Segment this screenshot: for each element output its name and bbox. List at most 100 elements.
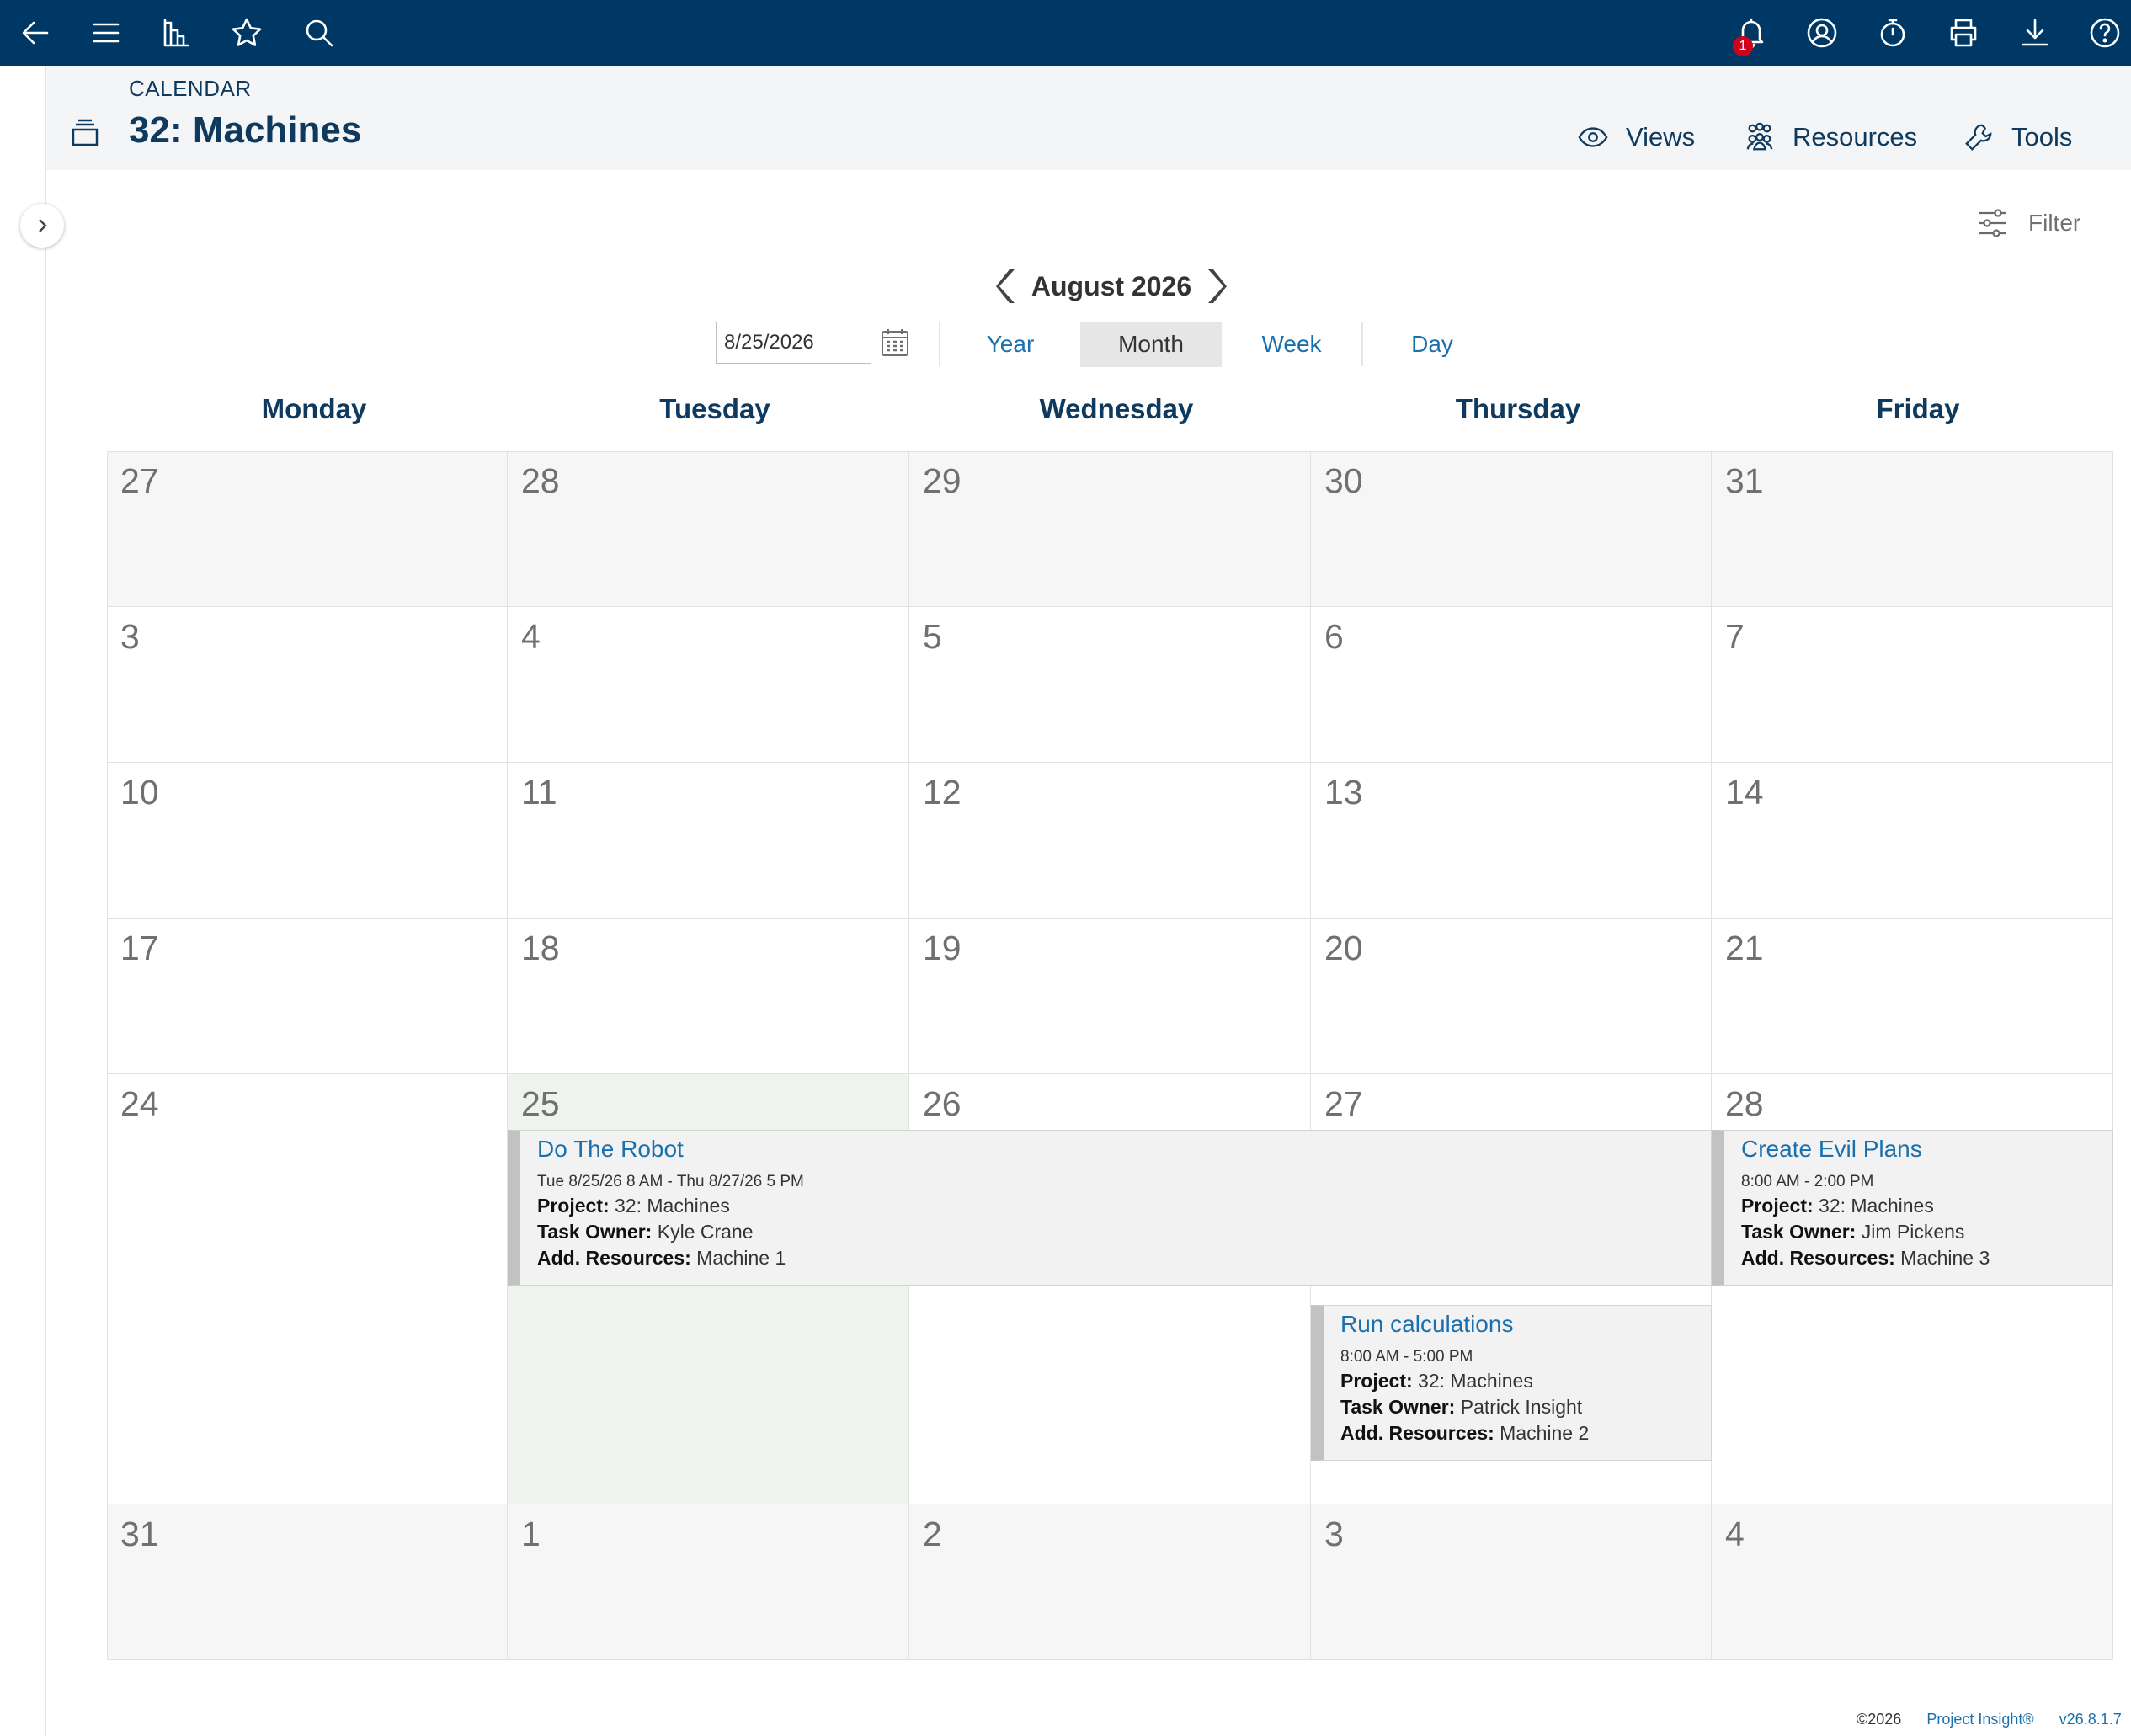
event-title[interactable]: Do The Robot [537, 1136, 1711, 1163]
help-icon[interactable] [2083, 11, 2127, 55]
print-icon[interactable] [1942, 11, 1985, 55]
event-field-value: Jim Pickens [1861, 1221, 1965, 1243]
day-number: 24 [120, 1084, 159, 1123]
event-field-label: Task Owner: [1741, 1221, 1857, 1243]
day-cell[interactable]: 1 [508, 1504, 909, 1660]
tab-day[interactable]: Day [1366, 322, 1499, 367]
tab-year[interactable]: Year [943, 322, 1078, 367]
day-cell[interactable]: 4 [1712, 1504, 2113, 1660]
day-cell[interactable]: 30 [1311, 451, 1712, 607]
eye-icon [1578, 127, 1608, 147]
day-cell[interactable]: 3 [107, 607, 508, 763]
day-cell[interactable]: 31 [107, 1504, 508, 1660]
day-number: 13 [1324, 773, 1363, 812]
day-cell[interactable]: 28 [508, 451, 909, 607]
day-cell[interactable]: 13 [1311, 763, 1712, 919]
day-cell[interactable]: 10 [107, 763, 508, 919]
day-cell[interactable]: 14 [1712, 763, 2113, 919]
day-number: 30 [1324, 461, 1363, 500]
copyright-text: ©2026 [1857, 1711, 1902, 1728]
timer-stopwatch-icon[interactable] [1871, 11, 1915, 55]
day-number: 31 [120, 1515, 159, 1553]
day-cell[interactable]: 7 [1712, 607, 2113, 763]
day-number: 20 [1324, 929, 1363, 967]
day-cell[interactable]: 3 [1311, 1504, 1712, 1660]
menu-icon[interactable] [84, 11, 128, 55]
dashboard-icon[interactable] [154, 11, 198, 55]
page-title: 32: Machines [129, 109, 362, 151]
event-project: Project: 32: Machines [537, 1193, 1711, 1219]
date-field[interactable] [716, 322, 871, 364]
event-resources: Add. Resources: Machine 1 [537, 1245, 1711, 1271]
day-number: 14 [1725, 773, 1764, 812]
tab-month[interactable]: Month [1080, 322, 1222, 367]
calendar-picker-icon[interactable] [878, 326, 912, 359]
day-number: 3 [120, 617, 140, 656]
calendar-event[interactable]: Run calculations 8:00 AM - 5:00 PM Proje… [1311, 1305, 1712, 1461]
event-title[interactable]: Run calculations [1340, 1311, 1711, 1338]
day-cell[interactable]: 2 [909, 1504, 1311, 1660]
top-navigation-bar: 1 [0, 0, 2131, 66]
calendar-event[interactable]: Do The Robot Tue 8/25/26 8 AM - Thu 8/27… [508, 1130, 1712, 1286]
chevron-left-icon [996, 269, 1015, 303]
app-window: 1 CALENDAR 32: Machines Views Resources … [0, 0, 2131, 1736]
resources-button[interactable]: Resources [1744, 118, 1917, 157]
views-button[interactable]: Views [1577, 118, 1695, 157]
day-number: 4 [521, 617, 541, 656]
calendar-event[interactable]: Create Evil Plans 8:00 AM - 2:00 PM Proj… [1712, 1130, 2113, 1286]
day-cell[interactable]: 6 [1311, 607, 1712, 763]
day-cell[interactable]: 24 [107, 1074, 508, 1504]
resources-label: Resources [1793, 122, 1918, 152]
product-link[interactable]: Project Insight® [1926, 1711, 2033, 1728]
download-icon[interactable] [2013, 11, 2057, 55]
event-field-value: Machine 1 [696, 1247, 786, 1269]
tools-button[interactable]: Tools [1963, 118, 2072, 157]
event-time: 8:00 AM - 2:00 PM [1741, 1173, 1874, 1190]
day-cell[interactable]: 19 [909, 919, 1311, 1074]
day-cell[interactable]: 11 [508, 763, 909, 919]
day-cell[interactable]: 27 [107, 451, 508, 607]
previous-month-button[interactable] [994, 266, 1024, 306]
event-project: Project: 32: Machines [1340, 1368, 1711, 1394]
people-group-icon [1746, 122, 1773, 151]
wrench-icon [1965, 124, 1992, 151]
day-number: 28 [521, 461, 560, 500]
breadcrumb[interactable]: CALENDAR [129, 76, 252, 102]
day-number: 19 [923, 929, 962, 967]
day-number: 17 [120, 929, 159, 967]
notifications-bell-icon[interactable]: 1 [1729, 11, 1773, 56]
month-navigation: August 2026 [994, 261, 1229, 312]
day-cell[interactable]: 18 [508, 919, 909, 1074]
day-cell[interactable]: 31 [1712, 451, 2113, 607]
expand-sidebar-button[interactable] [20, 204, 64, 248]
next-month-button[interactable] [1199, 266, 1229, 306]
day-cell[interactable]: 12 [909, 763, 1311, 919]
version-link[interactable]: v26.8.1.7 [2059, 1711, 2122, 1728]
tab-week[interactable]: Week [1225, 322, 1358, 367]
event-field-value: 32: Machines [1418, 1370, 1533, 1392]
day-number: 10 [120, 773, 159, 812]
weekday-header-friday: Friday [1876, 393, 1960, 424]
event-title[interactable]: Create Evil Plans [1741, 1136, 2112, 1163]
event-field-value: Patrick Insight [1460, 1396, 1583, 1418]
day-cell[interactable]: 29 [909, 451, 1311, 607]
day-cell[interactable]: 20 [1311, 919, 1712, 1074]
day-cell[interactable]: 17 [107, 919, 508, 1074]
weekday-header-wednesday: Wednesday [1039, 393, 1194, 424]
back-arrow-icon[interactable] [13, 11, 57, 55]
user-profile-icon[interactable] [1800, 11, 1844, 55]
day-number: 29 [923, 461, 962, 500]
chevron-right-icon [1208, 269, 1227, 303]
notification-count-badge: 1 [1733, 36, 1753, 56]
month-grid: 27 28 29 30 31 3 4 5 6 7 10 11 12 13 14 … [107, 451, 2113, 1660]
event-project: Project: 32: Machines [1741, 1193, 2112, 1219]
search-icon[interactable] [297, 11, 341, 55]
day-cell[interactable]: 21 [1712, 919, 2113, 1074]
favorites-star-icon[interactable] [225, 11, 269, 55]
day-cell[interactable]: 5 [909, 607, 1311, 763]
event-owner: Task Owner: Kyle Crane [537, 1219, 1711, 1245]
day-cell[interactable]: 4 [508, 607, 909, 763]
filter-button[interactable]: Filter [1976, 206, 2080, 240]
sliders-filter-icon [1979, 209, 2006, 237]
event-owner: Task Owner: Patrick Insight [1340, 1394, 1711, 1420]
